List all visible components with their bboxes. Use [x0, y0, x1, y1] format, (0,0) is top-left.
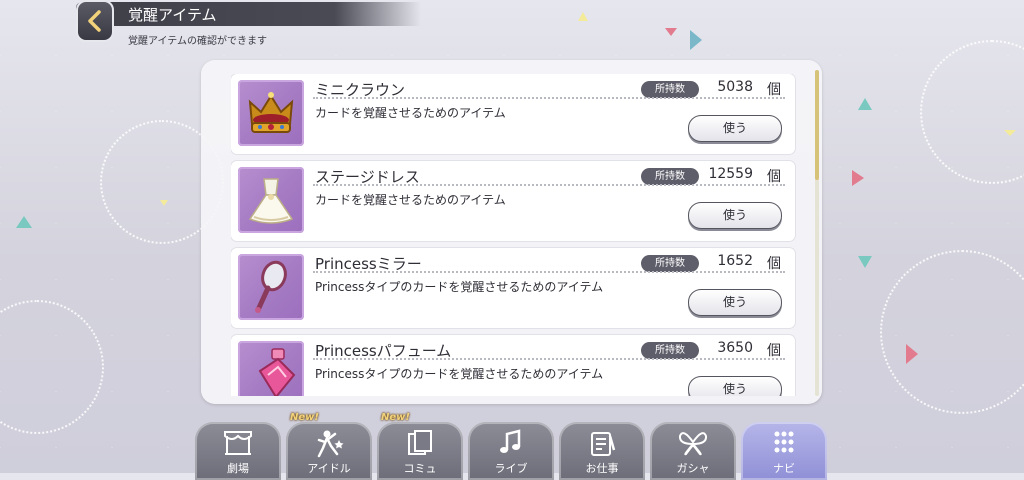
idol-icon: [317, 430, 344, 458]
confetti: [16, 216, 32, 228]
perfume-icon: [238, 341, 304, 396]
navi-icon: [774, 431, 794, 453]
bottom-nav: 劇場 New! アイドル New! コミュ ライブ お仕事 ガシャ ナビ: [193, 412, 833, 480]
nav-tab-commu[interactable]: New! コミュ: [377, 412, 463, 480]
commu-icon: [408, 430, 432, 455]
count-unit: 個: [767, 256, 781, 272]
item-count: 12559: [708, 166, 753, 182]
work-icon: [591, 432, 616, 456]
divider: [313, 184, 785, 186]
divider: [313, 358, 785, 360]
confetti: [665, 28, 677, 36]
dress-icon: [238, 167, 304, 233]
page-subtitle: 覚醒アイテムの確認ができます: [128, 36, 267, 47]
item-description: Princessタイプのカードを覚醒させるためのアイテム: [315, 367, 604, 381]
list-item: ミニクラウン 所持数 5038 個 カードを覚醒させるためのアイテム 使う: [231, 74, 795, 154]
nav-tab-idol[interactable]: New! アイドル: [286, 412, 372, 480]
nav-tab-live[interactable]: ライブ: [468, 422, 554, 480]
item-list[interactable]: ミニクラウン 所持数 5038 個 カードを覚醒させるためのアイテム 使う ステ…: [231, 74, 797, 396]
live-icon: [500, 429, 521, 453]
crown-icon: [238, 80, 304, 146]
theater-icon: [224, 431, 252, 455]
item-description: カードを覚醒させるためのアイテム: [315, 106, 506, 120]
nav-label: ガシャ: [676, 462, 710, 475]
confetti: [578, 12, 588, 21]
confetti: [858, 256, 872, 268]
item-count: 3650: [717, 340, 753, 356]
nav-tab-work[interactable]: お仕事: [559, 422, 645, 480]
back-button[interactable]: [76, 0, 114, 42]
count-unit: 個: [767, 343, 781, 359]
item-description: Princessタイプのカードを覚醒させるためのアイテム: [315, 280, 604, 294]
item-list-panel: ミニクラウン 所持数 5038 個 カードを覚醒させるためのアイテム 使う ステ…: [201, 60, 822, 404]
divider: [313, 271, 785, 273]
confetti: [906, 344, 918, 364]
confetti: [690, 30, 702, 50]
divider: [313, 97, 785, 99]
nav-tab-theater[interactable]: 劇場: [195, 422, 281, 480]
gacha-icon: [678, 432, 708, 456]
list-item: ステージドレス 所持数 12559 個 カードを覚醒させるためのアイテム 使う: [231, 161, 795, 241]
page-title: 覚醒アイテム: [128, 6, 217, 24]
item-count: 1652: [717, 253, 753, 269]
use-button[interactable]: 使う: [688, 289, 782, 316]
nav-tab-gacha[interactable]: ガシャ: [650, 422, 736, 480]
item-count: 5038: [717, 79, 753, 95]
nav-label: アイドル: [307, 462, 351, 475]
count-unit: 個: [767, 169, 781, 185]
page-header: 覚醒アイテム 覚醒アイテムの確認ができます: [76, 0, 436, 48]
item-description: カードを覚醒させるためのアイテム: [315, 193, 506, 207]
confetti: [852, 170, 864, 186]
use-button[interactable]: 使う: [688, 376, 782, 396]
new-badge: New!: [381, 412, 410, 423]
chevron-left-icon: [88, 10, 101, 32]
confetti: [858, 98, 872, 110]
nav-label: ライブ: [494, 462, 528, 475]
nav-label: お仕事: [585, 462, 619, 475]
nav-tab-navi[interactable]: ナビ: [741, 422, 827, 480]
new-badge: New!: [290, 412, 319, 423]
mirror-icon: [238, 254, 304, 320]
nav-label: ナビ: [773, 462, 795, 475]
use-button[interactable]: 使う: [688, 115, 782, 142]
confetti: [160, 200, 168, 206]
use-button[interactable]: 使う: [688, 202, 782, 229]
confetti: [1004, 130, 1016, 136]
count-unit: 個: [767, 82, 781, 98]
list-item: Princessミラー 所持数 1652 個 Princessタイプのカードを覚…: [231, 248, 795, 328]
list-item: Princessパフューム 所持数 3650 個 Princessタイプのカード…: [231, 335, 795, 396]
nav-label: 劇場: [227, 462, 249, 475]
nav-label: コミュ: [403, 462, 437, 475]
scrollbar-thumb[interactable]: [815, 70, 819, 180]
